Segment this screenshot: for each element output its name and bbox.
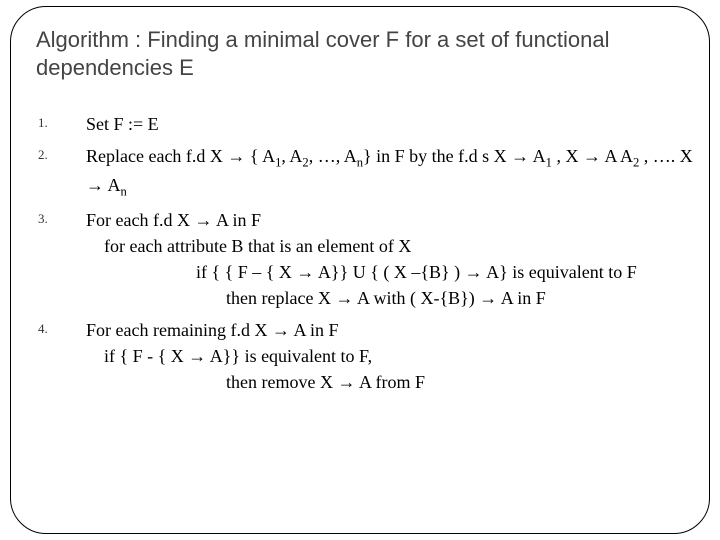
step-text: For each remaining f.d X → A in F if { F… [86,317,702,395]
step-text: Replace each f.d X → { A1, A2, …, An} in… [86,143,702,201]
step-text: Set F := E [86,111,702,137]
step-1: 1. Set F := E [38,111,702,137]
step-number: 2. [38,143,86,201]
step-3: 3. For each f.d X → A in F for each attr… [38,207,702,311]
step-number: 3. [38,207,86,311]
step-number: 4. [38,317,86,395]
slide-title: Algorithm : Finding a minimal cover F fo… [36,26,692,81]
step-number: 1. [38,111,86,137]
algorithm-body: 1. Set F := E 2. Replace each f.d X → { … [38,111,702,395]
slide: Algorithm : Finding a minimal cover F fo… [0,0,720,540]
step-text: For each f.d X → A in F for each attribu… [86,207,702,311]
step-2: 2. Replace each f.d X → { A1, A2, …, An}… [38,143,702,201]
step-4: 4. For each remaining f.d X → A in F if … [38,317,702,395]
